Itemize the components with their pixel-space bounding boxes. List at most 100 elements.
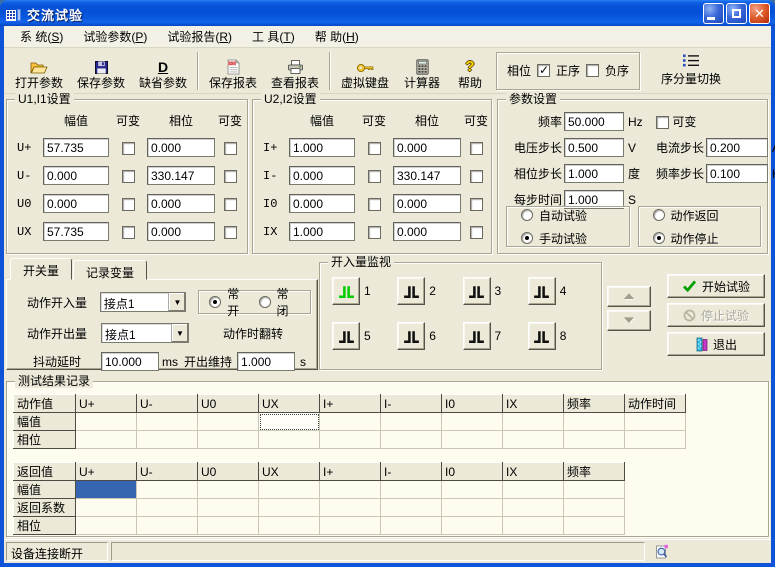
result-cell[interactable] — [442, 499, 503, 517]
up-arrow-button[interactable] — [607, 286, 651, 307]
result-cell[interactable] — [564, 517, 625, 535]
hold-time-input[interactable] — [237, 352, 295, 371]
result-cell[interactable] — [503, 481, 564, 499]
menu-system[interactable]: 系 统(S) — [10, 25, 73, 48]
result-cell[interactable] — [564, 413, 625, 431]
var-checkbox[interactable] — [224, 170, 237, 183]
result-cell[interactable] — [198, 517, 259, 535]
var-checkbox[interactable] — [368, 170, 381, 183]
title-bar[interactable]: 交流试验 ✕ — [0, 0, 775, 26]
result-cell[interactable] — [198, 413, 259, 431]
normally-closed-radio[interactable] — [259, 296, 271, 308]
i-zero-amp-input[interactable] — [289, 194, 355, 213]
var-checkbox[interactable] — [224, 226, 237, 239]
result-cell[interactable] — [564, 481, 625, 499]
result-cell[interactable] — [503, 431, 564, 449]
result-cell[interactable] — [137, 481, 198, 499]
result-cell[interactable] — [442, 517, 503, 535]
result-cell[interactable] — [625, 431, 686, 449]
virtual-keyboard-button[interactable]: 虚拟键盘 — [334, 50, 396, 92]
result-cell[interactable] — [76, 517, 137, 535]
u-plus-amp-input[interactable] — [43, 138, 109, 157]
positive-seq-checkbox[interactable] — [537, 64, 550, 77]
tab-switch[interactable]: 开关量 — [10, 258, 72, 280]
var-checkbox[interactable] — [122, 226, 135, 239]
var-checkbox[interactable] — [122, 142, 135, 155]
result-cell[interactable] — [564, 431, 625, 449]
i-x-amp-input[interactable] — [289, 222, 355, 241]
menu-help[interactable]: 帮 助(H) — [305, 25, 369, 48]
result-cell[interactable] — [198, 431, 259, 449]
report-preview-icon[interactable] — [654, 544, 670, 560]
contact-button-5[interactable] — [332, 322, 360, 350]
down-arrow-button[interactable] — [607, 310, 651, 331]
i-step-input[interactable] — [706, 138, 768, 157]
i-plus-phase-input[interactable] — [393, 138, 461, 157]
result-cell[interactable] — [198, 499, 259, 517]
i-minus-phase-input[interactable] — [393, 166, 461, 185]
freq-input[interactable] — [564, 112, 624, 131]
result-cell[interactable] — [137, 517, 198, 535]
result-cell[interactable] — [259, 517, 320, 535]
var-checkbox[interactable] — [368, 142, 381, 155]
start-test-button[interactable]: 开始试验 — [667, 274, 765, 298]
minimize-button[interactable] — [703, 3, 724, 24]
contact-button-6[interactable] — [397, 322, 425, 350]
var-checkbox[interactable] — [224, 142, 237, 155]
result-cell[interactable] — [76, 431, 137, 449]
tab-record[interactable]: 记录变量 — [73, 260, 147, 280]
help-button[interactable]: ? 帮助 — [448, 50, 492, 92]
i-x-phase-input[interactable] — [393, 222, 461, 241]
u-x-phase-input[interactable] — [147, 222, 215, 241]
stop-test-button[interactable]: 停止试验 — [667, 303, 765, 327]
var-checkbox[interactable] — [470, 226, 483, 239]
i-plus-amp-input[interactable] — [289, 138, 355, 157]
freq-var-checkbox[interactable] — [656, 116, 669, 129]
var-checkbox[interactable] — [470, 198, 483, 211]
result-cell[interactable] — [137, 431, 198, 449]
result-cell[interactable] — [564, 499, 625, 517]
i-minus-amp-input[interactable] — [289, 166, 355, 185]
auto-test-radio[interactable] — [521, 209, 533, 221]
contact-button-3[interactable] — [463, 277, 491, 305]
u-zero-phase-input[interactable] — [147, 194, 215, 213]
result-cell[interactable] — [76, 481, 137, 499]
result-cell[interactable] — [381, 517, 442, 535]
freq-step-input[interactable] — [706, 164, 768, 183]
contact-button-7[interactable] — [463, 322, 491, 350]
result-cell[interactable] — [381, 481, 442, 499]
result-cell[interactable] — [442, 431, 503, 449]
result-cell[interactable] — [259, 481, 320, 499]
var-checkbox[interactable] — [368, 226, 381, 239]
contact-button-4[interactable] — [528, 277, 556, 305]
result-cell[interactable] — [625, 413, 686, 431]
result-cell[interactable] — [259, 499, 320, 517]
var-checkbox[interactable] — [470, 170, 483, 183]
action-return-radio[interactable] — [653, 209, 665, 221]
save-report-button[interactable]: EXCEL 保存报表 — [202, 50, 264, 92]
result-cell[interactable] — [381, 431, 442, 449]
result-cell[interactable] — [198, 481, 259, 499]
action-input-combobox[interactable]: 接点1 ▼ — [100, 292, 187, 312]
contact-button-2[interactable] — [397, 277, 425, 305]
action-stop-radio[interactable] — [653, 232, 665, 244]
negative-seq-checkbox[interactable] — [586, 64, 599, 77]
default-params-button[interactable]: D 缺省参数 — [132, 50, 194, 92]
chevron-down-icon[interactable]: ▼ — [168, 293, 185, 311]
chevron-down-icon[interactable]: ▼ — [171, 324, 188, 342]
result-cell[interactable] — [137, 499, 198, 517]
i-zero-phase-input[interactable] — [393, 194, 461, 213]
var-checkbox[interactable] — [470, 142, 483, 155]
result-cell[interactable] — [76, 499, 137, 517]
u-x-amp-input[interactable] — [43, 222, 109, 241]
result-cell[interactable] — [320, 413, 381, 431]
result-cell[interactable] — [320, 499, 381, 517]
result-cell[interactable] — [381, 499, 442, 517]
result-cell[interactable] — [320, 431, 381, 449]
result-cell[interactable] — [76, 413, 137, 431]
u-minus-amp-input[interactable] — [43, 166, 109, 185]
result-cell[interactable] — [259, 413, 320, 431]
result-cell[interactable] — [442, 413, 503, 431]
menu-test-report[interactable]: 试验报告(R) — [157, 25, 242, 48]
save-params-button[interactable]: 保存参数 — [70, 50, 132, 92]
